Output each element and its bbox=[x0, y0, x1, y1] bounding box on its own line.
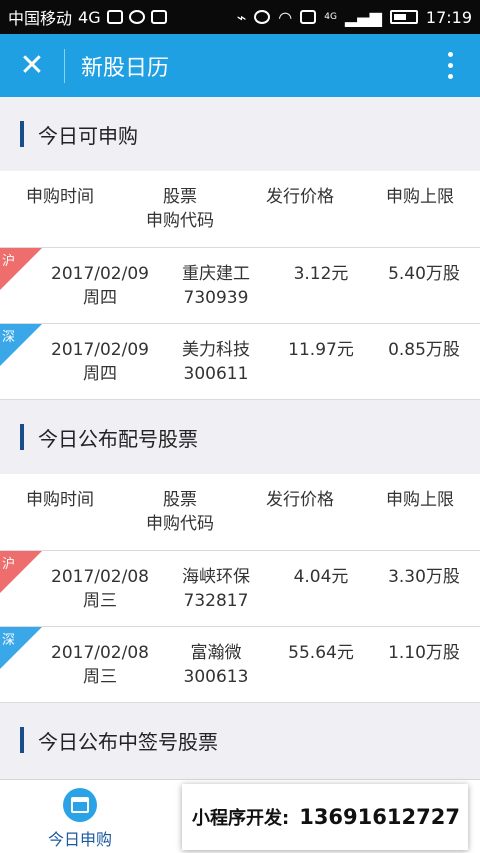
row-stock: 富瀚微 300613 bbox=[156, 641, 276, 689]
vibrate-icon: ⌁ bbox=[236, 7, 247, 27]
header-subscription-time: 申购时间 bbox=[26, 490, 94, 510]
clock: 17:19 bbox=[425, 7, 472, 27]
row-limit: 5.40万股 bbox=[388, 264, 460, 284]
tab-label: 今日申购 bbox=[47, 830, 112, 849]
date-value: 2017/02/09 bbox=[51, 340, 149, 360]
table-header: 申购时间 股票 申购代码 发行价格 申购上限 bbox=[0, 474, 480, 551]
close-icon: ✕ bbox=[19, 48, 45, 83]
header-stock-line1: 股票 bbox=[163, 187, 197, 207]
row-stock: 美力科技 300611 bbox=[156, 338, 276, 386]
row-limit: 3.30万股 bbox=[388, 567, 460, 587]
network-type: 4G bbox=[78, 7, 101, 27]
stock-code: 732817 bbox=[183, 591, 249, 611]
table-row[interactable]: 深 2017/02/08 周三 富瀚微 300613 55.64元 1.10万股 bbox=[0, 627, 480, 703]
table-row[interactable]: 沪 2017/02/08 周三 海峡环保 732817 4.04元 3.30万股 bbox=[0, 551, 480, 627]
stock-name: 美力科技 bbox=[182, 340, 250, 360]
header-subscription-time: 申购时间 bbox=[26, 187, 94, 207]
wifi-icon: ◠ bbox=[278, 7, 293, 27]
signal-icon: ▂▄▆ bbox=[344, 7, 382, 27]
header-stock-line2: 申购代码 bbox=[146, 514, 214, 534]
table-row[interactable]: 深 2017/02/09 周四 美力科技 300611 11.97元 0.85万… bbox=[0, 324, 480, 400]
app-notification-icon bbox=[106, 10, 123, 24]
weekday-value: 周三 bbox=[83, 591, 117, 611]
row-price: 55.64元 bbox=[288, 643, 354, 663]
more-dot-icon bbox=[447, 74, 453, 79]
row-limit: 1.10万股 bbox=[388, 643, 460, 663]
promo-phone: 13691612727 bbox=[299, 805, 460, 829]
promo-banner: 小程序开发: 13691612727 bbox=[182, 784, 468, 850]
header-issue-price: 发行价格 bbox=[266, 490, 334, 510]
app-bar-divider bbox=[64, 48, 65, 83]
section-accent-bar bbox=[20, 121, 24, 147]
status-bar: 中国移动 4G ⌁ ◠ 4G ▂▄▆ 17:19 bbox=[0, 0, 480, 34]
table-row[interactable]: 沪 2017/02/09 周四 重庆建工 730939 3.12元 5.40万股 bbox=[0, 248, 480, 324]
section-title: 今日公布配号股票 bbox=[38, 426, 198, 451]
section-header-winning: 今日公布中签号股票 bbox=[0, 703, 480, 777]
section-title: 今日公布中签号股票 bbox=[38, 729, 218, 754]
section-header-allotment: 今日公布配号股票 bbox=[0, 400, 480, 474]
battery-icon bbox=[389, 10, 418, 24]
table-header: 申购时间 股票 申购代码 发行价格 申购上限 bbox=[0, 171, 480, 248]
row-price: 3.12元 bbox=[293, 264, 349, 284]
stock-code: 300611 bbox=[183, 364, 249, 384]
section-title: 今日可申购 bbox=[38, 123, 138, 148]
stock-code: 300613 bbox=[183, 667, 249, 687]
stock-name: 海峡环保 bbox=[182, 567, 250, 587]
alarm-icon bbox=[254, 10, 271, 24]
header-stock-line1: 股票 bbox=[163, 490, 197, 510]
more-menu-button[interactable] bbox=[420, 34, 480, 97]
more-dot-icon bbox=[447, 52, 453, 57]
row-stock: 海峡环保 732817 bbox=[156, 565, 276, 613]
row-date: 2017/02/08 周三 bbox=[40, 565, 160, 613]
promo-label: 小程序开发: bbox=[192, 808, 290, 829]
row-price: 11.97元 bbox=[288, 340, 354, 360]
header-subscription-limit: 申购上限 bbox=[386, 187, 454, 207]
more-dot-icon bbox=[447, 63, 453, 68]
row-date: 2017/02/09 周四 bbox=[40, 262, 160, 310]
section-header-subscribable: 今日可申购 bbox=[0, 97, 480, 171]
header-subscription-limit: 申购上限 bbox=[386, 490, 454, 510]
date-value: 2017/02/09 bbox=[51, 264, 149, 284]
header-stock: 股票 申购代码 bbox=[120, 488, 240, 536]
sync-icon bbox=[128, 10, 145, 24]
header-stock: 股票 申购代码 bbox=[120, 185, 240, 233]
sim-icon bbox=[300, 10, 317, 24]
date-value: 2017/02/08 bbox=[51, 567, 149, 587]
section-accent-bar bbox=[20, 424, 24, 450]
stock-code: 730939 bbox=[183, 288, 249, 308]
tab-today-subscribe[interactable]: 今日申购 bbox=[30, 788, 130, 850]
market-tag-label: 深 bbox=[2, 330, 16, 345]
page-title: 新股日历 bbox=[81, 55, 170, 81]
calendar-icon bbox=[63, 788, 97, 822]
stock-name: 富瀚微 bbox=[190, 643, 242, 663]
notification-icon bbox=[150, 10, 167, 24]
row-stock: 重庆建工 730939 bbox=[156, 262, 276, 310]
weekday-value: 周四 bbox=[83, 364, 117, 384]
date-value: 2017/02/08 bbox=[51, 643, 149, 663]
row-date: 2017/02/08 周三 bbox=[40, 641, 160, 689]
market-tag-label: 深 bbox=[2, 633, 16, 648]
weekday-value: 周三 bbox=[83, 667, 117, 687]
weekday-value: 周四 bbox=[83, 288, 117, 308]
row-price: 4.04元 bbox=[293, 567, 349, 587]
app-bar: ✕ 新股日历 bbox=[0, 34, 480, 97]
header-issue-price: 发行价格 bbox=[266, 187, 334, 207]
section-accent-bar bbox=[20, 727, 24, 753]
signal-network-label: 4G bbox=[324, 12, 337, 22]
stock-name: 重庆建工 bbox=[182, 264, 250, 284]
market-tag-label: 沪 bbox=[2, 557, 16, 572]
row-limit: 0.85万股 bbox=[388, 340, 460, 360]
close-button[interactable]: ✕ bbox=[0, 34, 64, 97]
row-date: 2017/02/09 周四 bbox=[40, 338, 160, 386]
header-stock-line2: 申购代码 bbox=[146, 211, 214, 231]
market-tag-label: 沪 bbox=[2, 254, 16, 269]
carrier-name: 中国移动 bbox=[8, 9, 73, 28]
